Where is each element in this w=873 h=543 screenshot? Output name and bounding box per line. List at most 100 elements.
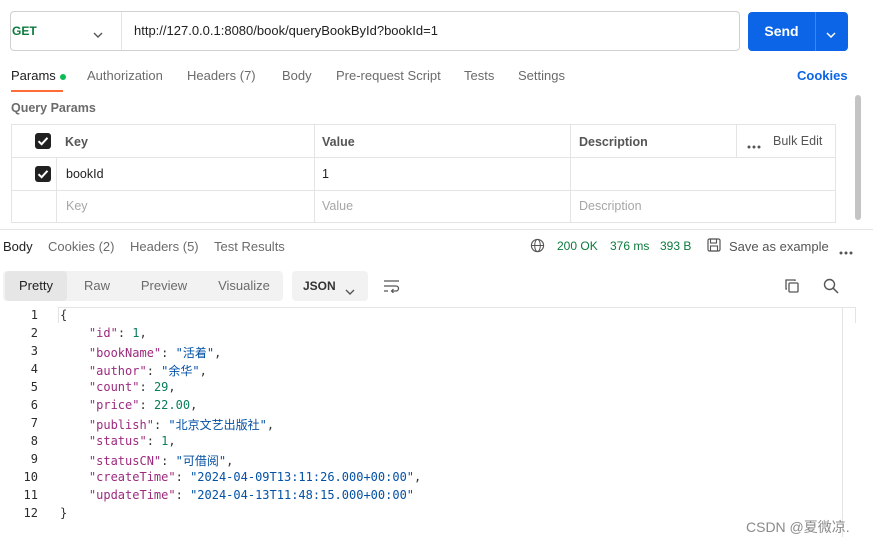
- line-number: 2: [30, 326, 38, 340]
- code-line: "count": 29,: [88, 380, 176, 394]
- tab-params[interactable]: Params: [11, 68, 66, 88]
- save-icon[interactable]: [707, 238, 721, 255]
- json-key: "updateTime": [88, 488, 176, 502]
- divider: [570, 124, 571, 223]
- globe-icon[interactable]: [530, 238, 545, 256]
- chevron-down-icon[interactable]: [826, 25, 836, 41]
- bulk-edit-button[interactable]: Bulk Edit: [773, 134, 822, 148]
- save-as-example-button[interactable]: Save as example: [729, 239, 829, 254]
- response-tab-test-results[interactable]: Test Results: [214, 239, 285, 254]
- divider: [56, 157, 57, 223]
- code-line: {: [60, 308, 68, 322]
- line-number: 6: [30, 398, 38, 412]
- code-line: "updateTime": "2024-04-13T11:48:15.000+0…: [88, 488, 415, 502]
- json-value: "余华": [161, 364, 200, 378]
- code-line: "id": 1,: [88, 326, 147, 340]
- view-tab-preview[interactable]: Preview: [130, 271, 198, 301]
- send-button[interactable]: Send: [748, 12, 848, 51]
- json-key: "createTime": [88, 470, 176, 484]
- json-key: "id": [88, 326, 118, 340]
- json-value: "2024-04-09T13:11:26.000+00:00": [190, 470, 415, 484]
- tab-underline: [11, 90, 63, 92]
- json-value: "活着": [175, 346, 215, 360]
- status-code[interactable]: 200 OK: [557, 239, 598, 253]
- param-value[interactable]: 1: [322, 167, 329, 181]
- view-tab-raw[interactable]: Raw: [72, 271, 122, 301]
- divider: [11, 157, 836, 158]
- divider: [121, 12, 122, 50]
- divider: [11, 190, 836, 191]
- checkbox-icon: [37, 137, 49, 146]
- json-value: 1: [132, 326, 140, 340]
- send-label[interactable]: Send: [748, 12, 815, 51]
- code-line: "price": 22.00,: [88, 398, 198, 412]
- wrap-icon[interactable]: [383, 279, 401, 296]
- json-value: 29: [153, 380, 169, 394]
- line-number: 1: [30, 308, 38, 322]
- divider: [0, 229, 873, 230]
- json-key: "bookName": [88, 346, 162, 360]
- tab-pre-request-script[interactable]: Pre-request Script: [336, 68, 441, 88]
- tab-tests[interactable]: Tests: [464, 68, 494, 88]
- copy-icon[interactable]: [784, 278, 800, 297]
- code-line: "createTime": "2024-04-09T13:11:26.000+0…: [88, 470, 422, 484]
- line-number: 5: [30, 380, 38, 394]
- params-table: [11, 124, 836, 223]
- param-key[interactable]: bookId: [66, 167, 104, 181]
- line-number: 3: [30, 344, 38, 358]
- line-number: 10: [23, 470, 38, 484]
- search-icon[interactable]: [823, 278, 839, 297]
- code-line: "status": 1,: [88, 434, 176, 448]
- more-icon[interactable]: [747, 137, 761, 152]
- line-number: 12: [23, 506, 38, 520]
- json-key: "price": [88, 398, 140, 412]
- response-tab-headers[interactable]: Headers (5): [130, 239, 199, 254]
- url-input[interactable]: http://127.0.0.1:8080/book/queryBookById…: [134, 12, 438, 50]
- divider: [815, 12, 816, 51]
- view-tab-pretty[interactable]: Pretty: [5, 271, 67, 301]
- description-placeholder[interactable]: Description: [579, 199, 642, 213]
- chevron-down-icon[interactable]: [345, 283, 355, 298]
- code-line: "statusCN": "可借阅",: [88, 454, 234, 468]
- code-line: "author": "余华",: [88, 364, 207, 378]
- cookies-link[interactable]: Cookies: [797, 68, 848, 83]
- response-tab-cookies[interactable]: Cookies (2): [48, 239, 114, 254]
- json-key: "count": [88, 380, 140, 394]
- divider: [736, 124, 737, 157]
- query-params-title: Query Params: [11, 101, 96, 115]
- more-icon[interactable]: [839, 243, 853, 258]
- line-number: 9: [30, 452, 38, 466]
- tab-authorization[interactable]: Authorization: [87, 68, 163, 88]
- method-select[interactable]: GET: [12, 12, 37, 50]
- view-tab-visualize[interactable]: Visualize: [208, 271, 280, 301]
- json-key: "publish": [88, 418, 154, 432]
- watermark: CSDN @夏微凉.: [746, 519, 850, 535]
- tab-body[interactable]: Body: [282, 68, 312, 88]
- scrollbar[interactable]: [855, 95, 861, 220]
- tab-headers[interactable]: Headers (7): [187, 68, 256, 88]
- json-value: 22.00: [153, 398, 191, 412]
- code-viewer[interactable]: 1 {2 "id": 1, 3 "bookName": "活着", 4 "author…: [0, 308, 842, 528]
- value-placeholder[interactable]: Value: [322, 199, 353, 213]
- divider: [842, 307, 843, 537]
- divider: [314, 124, 315, 223]
- select-all-checkbox[interactable]: [35, 133, 51, 149]
- line-number: 7: [30, 416, 38, 430]
- column-header-description: Description: [579, 135, 648, 149]
- line-number: 11: [23, 488, 38, 502]
- line-number: 8: [30, 434, 38, 448]
- code-line: "publish": "北京文艺出版社",: [88, 418, 275, 432]
- response-time[interactable]: 376 ms: [610, 239, 649, 253]
- key-placeholder[interactable]: Key: [66, 199, 88, 213]
- response-tab-body[interactable]: Body: [3, 239, 33, 254]
- format-select[interactable]: JSON: [292, 271, 368, 301]
- code-line: }: [60, 506, 68, 520]
- format-label[interactable]: JSON: [303, 279, 336, 293]
- tab-settings[interactable]: Settings: [518, 68, 565, 88]
- response-size[interactable]: 393 B: [660, 239, 691, 253]
- code-line: "bookName": "活着",: [88, 346, 222, 360]
- chevron-down-icon[interactable]: [93, 26, 103, 41]
- param-checkbox[interactable]: [35, 166, 51, 182]
- json-value: "北京文艺出版社": [168, 418, 267, 432]
- column-header-key: Key: [65, 135, 88, 149]
